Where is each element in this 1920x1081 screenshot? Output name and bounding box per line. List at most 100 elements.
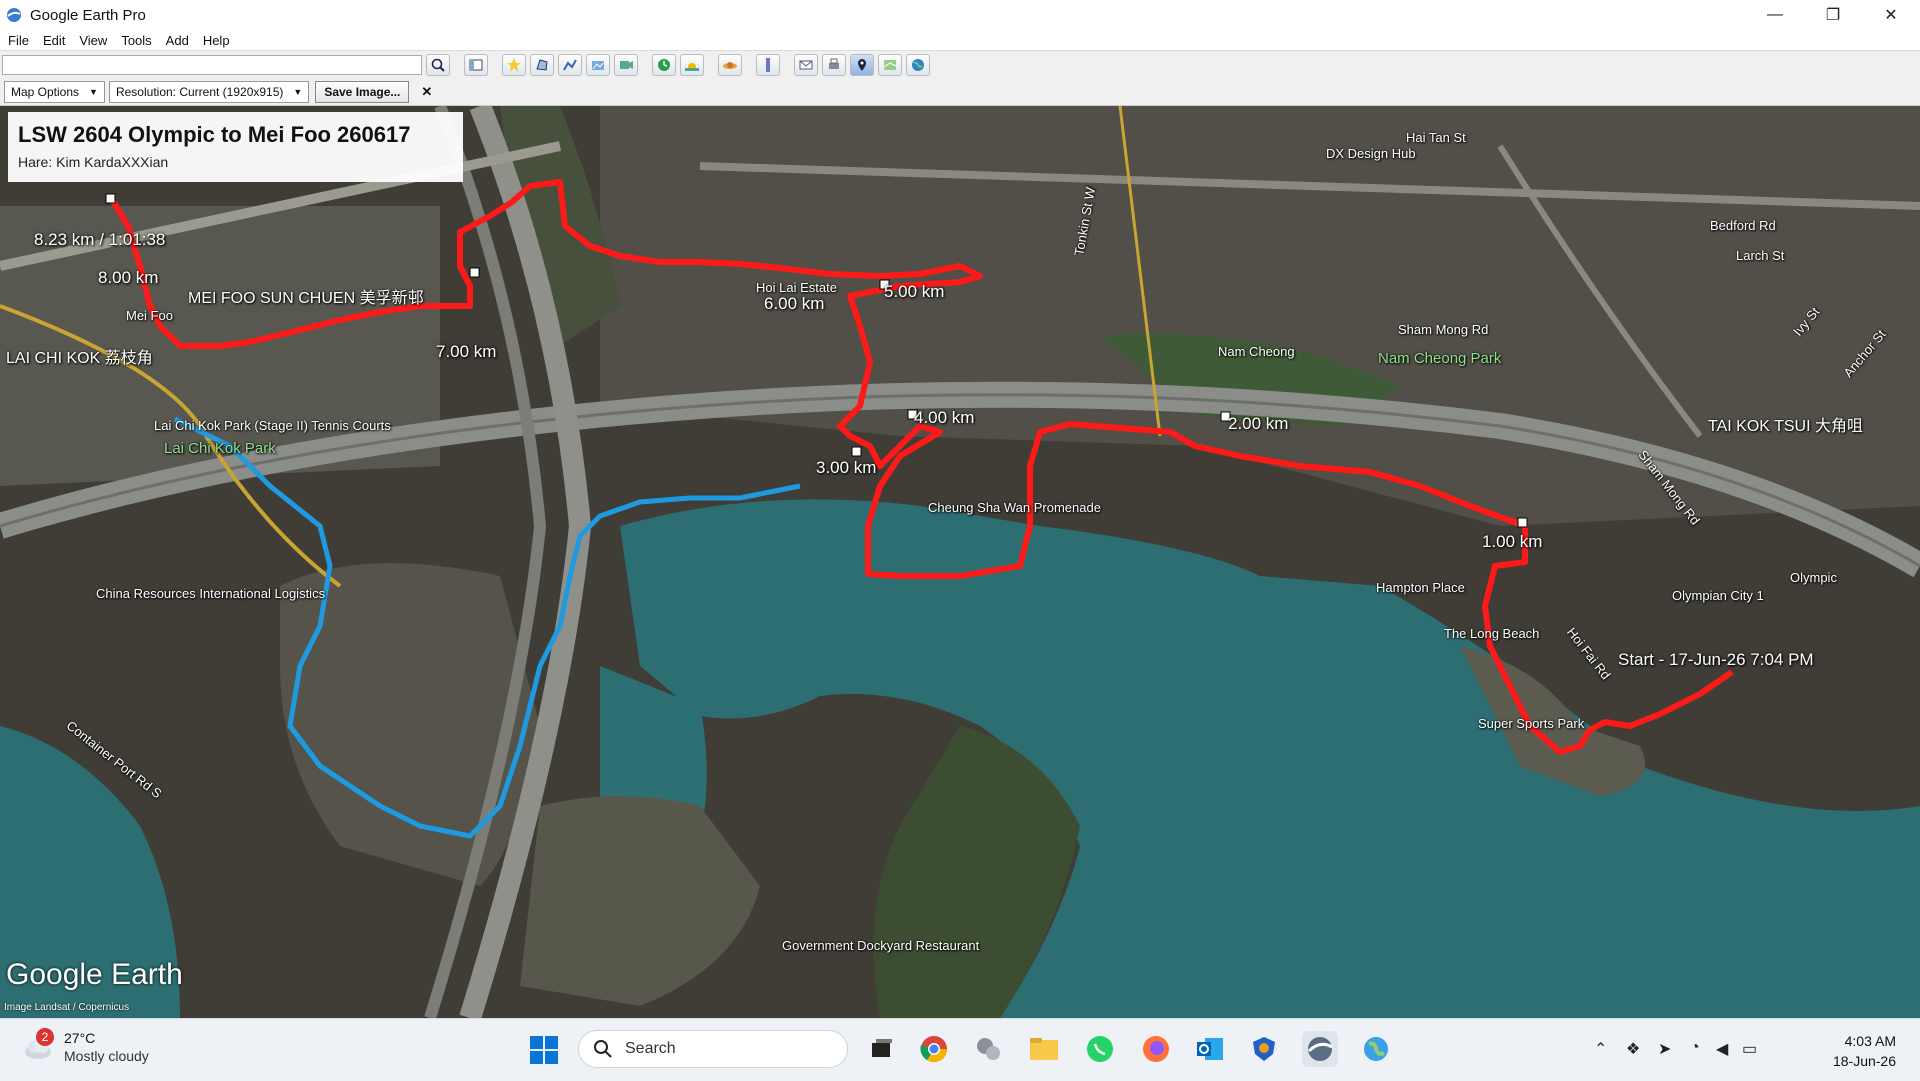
email-button[interactable]	[794, 53, 818, 76]
menu-add[interactable]: Add	[166, 33, 189, 48]
taskbar-search-box[interactable]: Search	[578, 1030, 848, 1068]
record-tour-button[interactable]	[614, 53, 638, 76]
maps-icon	[883, 59, 897, 70]
weather-condition: Mostly cloudy	[64, 1048, 149, 1064]
planets-icon	[723, 61, 737, 69]
battery-icon[interactable]: ▭	[1742, 1039, 1757, 1059]
path-icon	[563, 59, 577, 70]
task-view-icon[interactable]	[864, 1031, 900, 1067]
save-image-tool-button[interactable]	[850, 53, 874, 76]
chevron-up-icon[interactable]: ⌃	[1594, 1039, 1607, 1059]
start-button[interactable]	[529, 1035, 559, 1065]
system-tray: ⌃ ❖ ➤ ◔ ◀ ▭ 4:03 AM 18-Jun-26	[1580, 1019, 1920, 1081]
ruler-button[interactable]	[756, 53, 780, 76]
sunlight-button[interactable]	[680, 53, 704, 76]
add-path-button[interactable]	[558, 53, 582, 76]
whatsapp-icon[interactable]	[1082, 1031, 1118, 1067]
resolution-dropdown[interactable]: Resolution: Current (1920x915) ▼	[108, 80, 310, 103]
map-label-china-resources: China Resources International Logistics	[96, 586, 326, 601]
close-window-button[interactable]: ✕	[1862, 0, 1920, 30]
map-label-lck-park: Lai Chi Kok Park	[164, 440, 276, 457]
weather-temperature: 27°C	[64, 1030, 96, 1046]
search-icon	[431, 58, 445, 72]
map-label-bedford: Bedford Rd	[1710, 218, 1776, 233]
search-input[interactable]	[2, 54, 422, 75]
close-options-button[interactable]: ✕	[421, 84, 432, 100]
wifi-icon[interactable]: ◔	[1690, 1039, 1700, 1057]
settings-app-icon[interactable]	[970, 1031, 1006, 1067]
menu-bar: File Edit View Tools Add Help	[0, 30, 1920, 50]
google-earth-taskbar-icon[interactable]	[1302, 1031, 1338, 1067]
km-marker-end: 8.23 km / 1:01:38	[34, 230, 166, 249]
add-polygon-button[interactable]	[530, 53, 554, 76]
google-earth-logo: Google Earth	[6, 958, 183, 991]
earth-view-button[interactable]	[906, 53, 930, 76]
minimize-button[interactable]: —	[1746, 0, 1804, 30]
volume-icon[interactable]: ◀	[1716, 1039, 1728, 1059]
image-options-bar: Map Options ▼ Resolution: Current (1920x9…	[0, 78, 1920, 106]
map-label-lai-chi-kok: LAI CHI KOK 荔枝角	[6, 350, 153, 367]
print-button[interactable]	[822, 53, 846, 76]
menu-help[interactable]: Help	[203, 33, 230, 48]
km-marker-8: 8.00 km	[98, 268, 159, 287]
restore-button[interactable]: ❐	[1804, 0, 1862, 30]
sidebar-toggle-button[interactable]	[464, 53, 488, 76]
main-toolbar	[0, 50, 1920, 78]
taskbar-search-label: Search	[625, 1040, 676, 1057]
ruler-icon	[766, 57, 770, 72]
km-marker-6: 6.00 km	[764, 294, 825, 313]
dropbox-icon[interactable]: ❖	[1626, 1039, 1640, 1059]
sun-icon	[685, 62, 699, 71]
km-marker-1: 1.00 km	[1482, 532, 1543, 551]
google-maps-button[interactable]	[878, 53, 902, 76]
windows-taskbar: 2 27°C Mostly cloudy Search ⌃ ❖ ➤ ◔ ◀ ▭ …	[0, 1018, 1920, 1081]
search-button[interactable]	[426, 53, 450, 76]
map-label-hampton: Hampton Place	[1376, 580, 1465, 595]
google-earth-app-icon	[7, 8, 21, 22]
satellite-imagery	[0, 106, 1920, 1018]
firefox-icon[interactable]	[1138, 1031, 1174, 1067]
weather-widget[interactable]: 2 27°C Mostly cloudy	[22, 1028, 149, 1065]
search-icon	[594, 1040, 612, 1058]
print-icon	[829, 58, 839, 69]
placemark-icon	[507, 57, 521, 72]
map-label-olympian-city: Olympian City 1	[1672, 588, 1764, 603]
map-label-nam-cheong-park: Nam Cheong Park	[1378, 350, 1502, 367]
km-marker-3: 3.00 km	[816, 458, 877, 477]
map-viewport[interactable]: LSW 2604 Olympic to Mei Foo 260617 Hare:…	[0, 106, 1920, 1018]
window-controls: — ❐ ✕	[1746, 0, 1920, 30]
clock[interactable]: 4:03 AM 18-Jun-26	[1833, 1031, 1896, 1071]
menu-file[interactable]: File	[8, 33, 29, 48]
menu-tools[interactable]: Tools	[121, 33, 151, 48]
planets-button[interactable]	[718, 53, 742, 76]
menu-edit[interactable]: Edit	[43, 33, 65, 48]
imagery-attribution: Image Landsat / Copernicus	[4, 1002, 130, 1013]
globe-app-icon[interactable]	[1358, 1031, 1394, 1067]
windows-logo-icon	[530, 1036, 558, 1064]
location-icon[interactable]: ➤	[1658, 1039, 1671, 1059]
map-label-mei-foo: Mei Foo	[126, 308, 173, 323]
map-label-govt-dockyard: Government Dockyard Restaurant	[782, 938, 980, 953]
km-marker-5: 5.00 km	[884, 282, 945, 301]
map-options-dropdown[interactable]: Map Options ▼	[4, 80, 105, 103]
save-image-button[interactable]: Save Image...	[315, 80, 410, 103]
map-label-long-beach: The Long Beach	[1444, 626, 1540, 641]
title-bar: Google Earth Pro — ❐ ✕	[0, 0, 1920, 30]
add-placemark-button[interactable]	[502, 53, 526, 76]
outlook-icon[interactable]	[1192, 1031, 1228, 1067]
map-options-label: Map Options	[11, 84, 80, 99]
start-marker: Start - 17-Jun-26 7:04 PM	[1618, 650, 1814, 669]
weather-alert-badge: 2	[36, 1028, 54, 1046]
add-overlay-button[interactable]	[586, 53, 610, 76]
file-explorer-icon[interactable]	[1026, 1031, 1062, 1067]
map-label-olympic: Olympic	[1790, 570, 1837, 585]
history-icon	[658, 58, 670, 71]
shield-app-icon[interactable]	[1246, 1031, 1282, 1067]
map-label-tai-kok-tsui: TAI KOK TSUI 大角咀	[1708, 418, 1863, 435]
chrome-icon[interactable]	[916, 1031, 952, 1067]
route-info-box: LSW 2604 Olympic to Mei Foo 260617 Hare:…	[8, 112, 463, 182]
menu-view[interactable]: View	[79, 33, 107, 48]
historical-imagery-button[interactable]	[652, 53, 676, 76]
route-title: LSW 2604 Olympic to Mei Foo 260617	[18, 122, 411, 147]
map-label-lck-tennis: Lai Chi Kok Park (Stage II) Tennis Court…	[154, 418, 391, 433]
